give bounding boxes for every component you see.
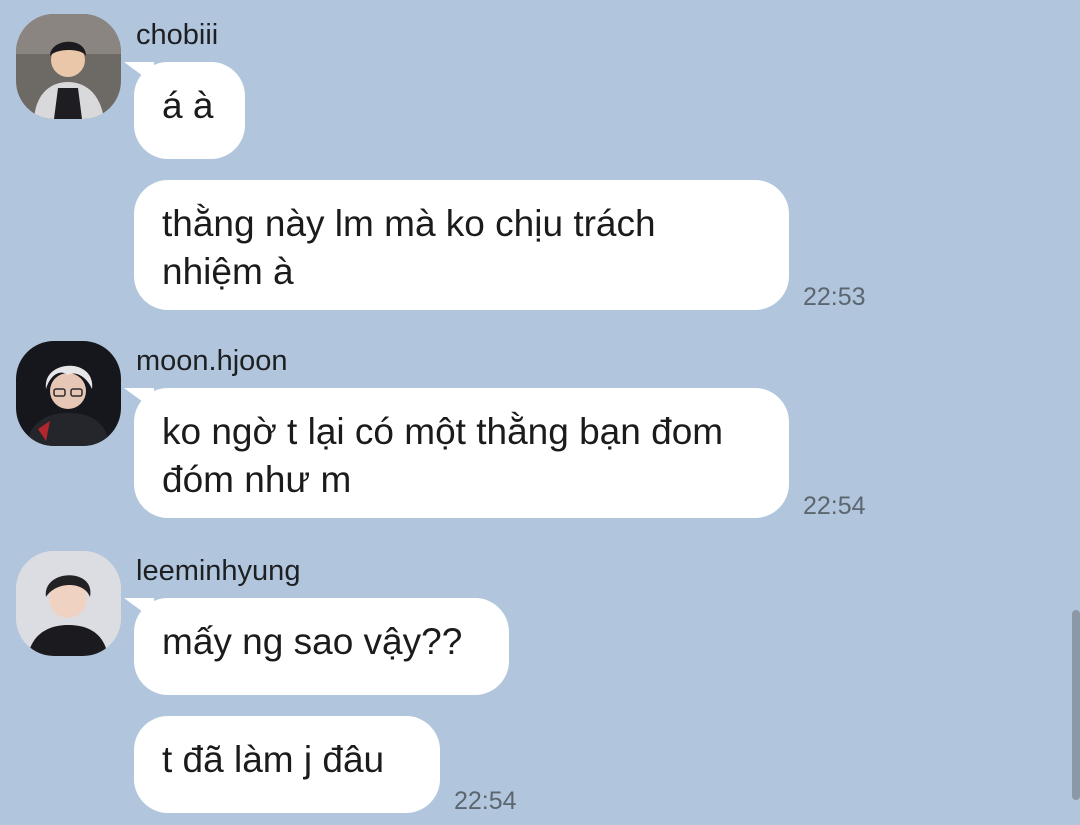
message-timestamp: 22:54 <box>803 492 866 520</box>
message-text: á à <box>162 85 214 126</box>
message-text: thằng này lm mà ko chịu trách nhiệm à <box>162 203 656 292</box>
message-timestamp: 22:54 <box>454 787 517 815</box>
avatar-moon-hjoon[interactable] <box>16 341 121 446</box>
message-bubble[interactable]: thằng này lm mà ko chịu trách nhiệm à <box>134 180 789 310</box>
person-avatar-icon <box>16 14 121 119</box>
scrollbar-thumb[interactable] <box>1072 610 1080 800</box>
message-text: ko ngờ t lại có một thằng bạn đom đóm nh… <box>162 411 724 500</box>
person-avatar-icon <box>16 551 121 656</box>
message-text: mấy ng sao vậy?? <box>162 621 463 662</box>
message-bubble[interactable]: t đã làm j đâu <box>134 716 440 813</box>
message-bubble[interactable]: mấy ng sao vậy?? <box>134 598 509 695</box>
avatar-chobiii[interactable] <box>16 14 121 119</box>
sender-name: moon.hjoon <box>136 345 288 377</box>
sender-name: chobiii <box>136 19 219 51</box>
message-bubble[interactable]: á à <box>134 62 245 159</box>
message-bubble[interactable]: ko ngờ t lại có một thằng bạn đom đóm nh… <box>134 388 789 518</box>
person-avatar-icon <box>16 341 121 446</box>
message-text: t đã làm j đâu <box>162 739 385 780</box>
message-timestamp: 22:53 <box>803 283 866 311</box>
sender-name: leeminhyung <box>136 555 301 587</box>
avatar-leeminhyung[interactable] <box>16 551 121 656</box>
